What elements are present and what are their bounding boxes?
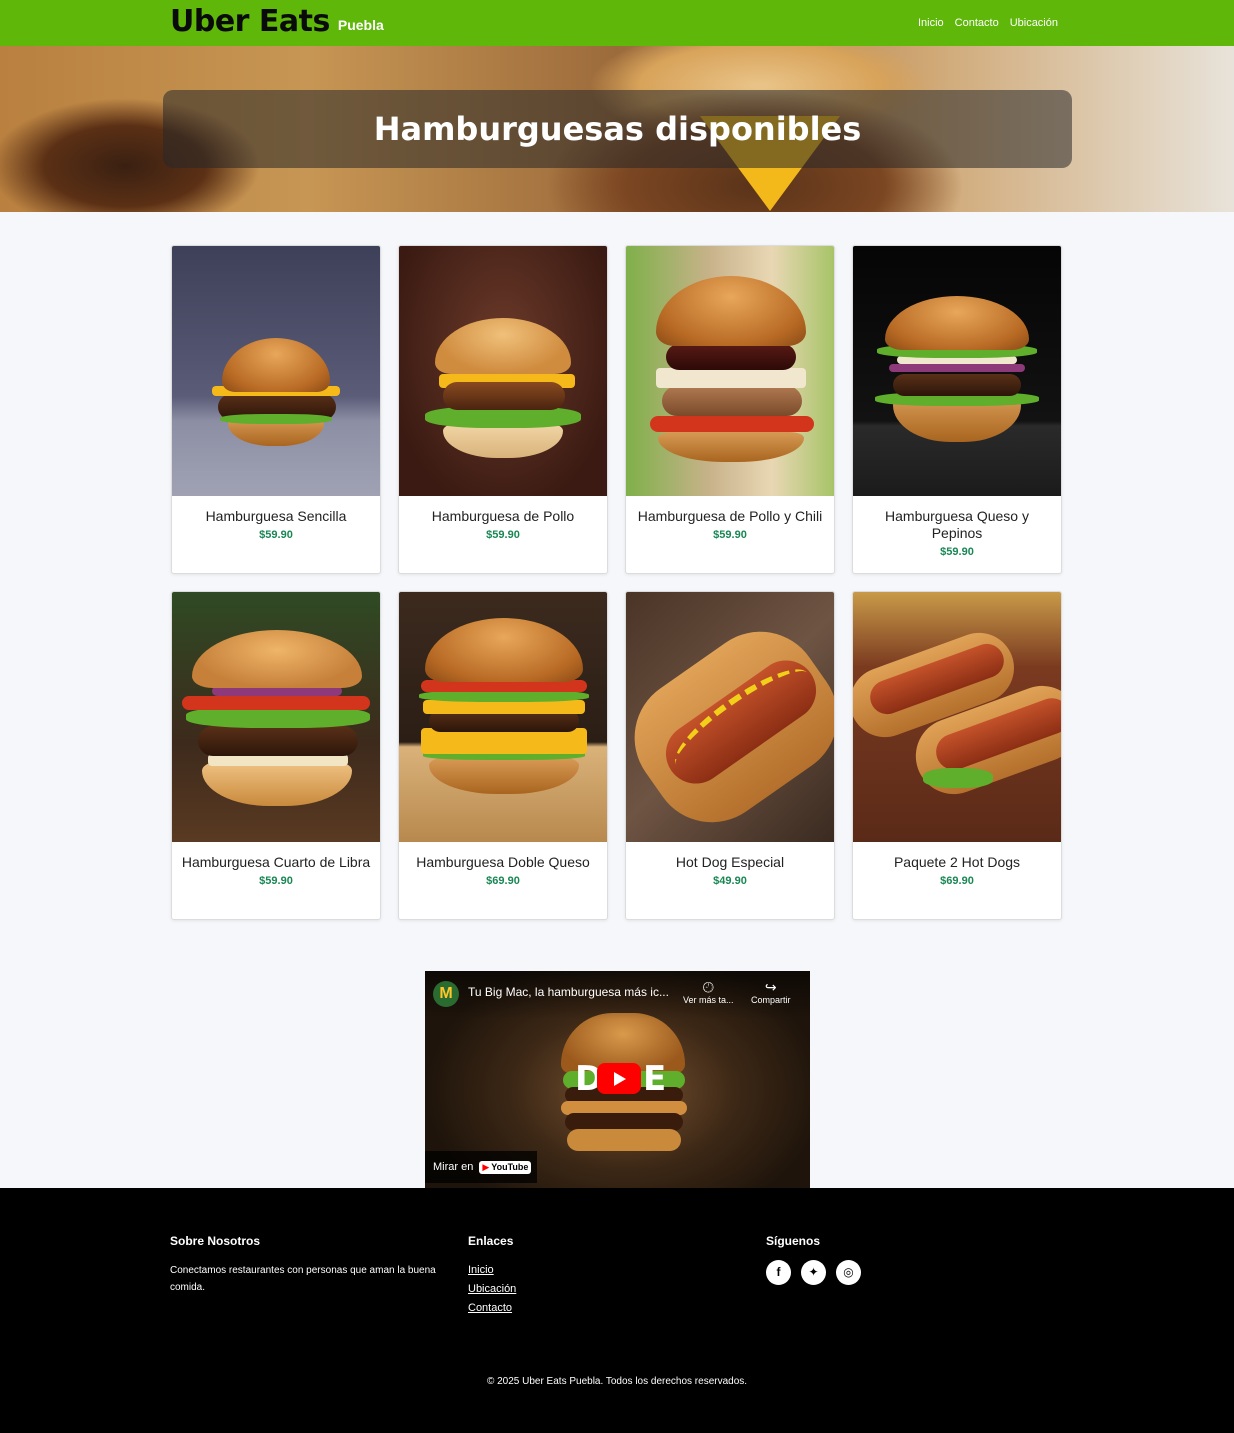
product-image bbox=[853, 246, 1061, 496]
product-name: Hamburguesa de Pollo bbox=[431, 508, 575, 524]
product-card[interactable]: Hamburguesa Doble Queso $69.90 bbox=[398, 591, 608, 920]
product-name: Hamburguesa Cuarto de Libra bbox=[181, 854, 371, 870]
product-image bbox=[172, 246, 380, 496]
hero-overlay: Hamburguesas disponibles bbox=[163, 90, 1072, 168]
footer-links-title: Enlaces bbox=[468, 1234, 514, 1248]
footer-social: Síguenos f ✦ ◎ bbox=[766, 1234, 861, 1285]
product-card[interactable]: Paquete 2 Hot Dogs $69.90 bbox=[852, 591, 1062, 920]
product-price: $69.90 bbox=[486, 875, 520, 887]
product-image bbox=[853, 592, 1061, 842]
channel-avatar[interactable]: M bbox=[433, 981, 459, 1007]
product-image bbox=[172, 592, 380, 842]
play-icon[interactable] bbox=[597, 1063, 641, 1094]
product-price: $59.90 bbox=[940, 546, 974, 558]
product-name: Hamburguesa Sencilla bbox=[205, 508, 347, 524]
video-title[interactable]: Tu Big Mac, la hamburguesa más ic... bbox=[468, 985, 688, 999]
product-image bbox=[626, 592, 834, 842]
brand-logo: Uber Eats bbox=[170, 4, 330, 39]
nav-links: Inicio Contacto Ubicación bbox=[918, 0, 1058, 46]
product-card[interactable]: Hamburguesa de Pollo $59.90 bbox=[398, 245, 608, 574]
product-image bbox=[399, 592, 607, 842]
navbar: Uber Eats Puebla Inicio Contacto Ubicaci… bbox=[0, 0, 1234, 46]
nav-link-inicio[interactable]: Inicio bbox=[918, 17, 944, 29]
share-icon: ↪ bbox=[764, 979, 777, 995]
video-overlay-text: E bbox=[643, 1059, 667, 1099]
instagram-icon[interactable]: ◎ bbox=[836, 1260, 861, 1285]
product-card[interactable]: Hamburguesa Cuarto de Libra $59.90 bbox=[171, 591, 381, 920]
facebook-icon[interactable]: f bbox=[766, 1260, 791, 1285]
hero-banner: Hamburguesas disponibles bbox=[0, 46, 1234, 212]
product-price: $59.90 bbox=[259, 529, 293, 541]
brand-city: Puebla bbox=[337, 17, 384, 33]
twitter-icon[interactable]: ✦ bbox=[801, 1260, 826, 1285]
product-card[interactable]: Hamburguesa Queso y Pepinos $59.90 bbox=[852, 245, 1062, 574]
page-title: Hamburguesas disponibles bbox=[373, 110, 862, 148]
product-name: Hamburguesa Doble Queso bbox=[416, 854, 590, 870]
footer-links: Enlaces Inicio Ubicación Contacto bbox=[468, 1234, 516, 1319]
watch-later-button[interactable]: 🕘︎ Ver más ta... bbox=[683, 979, 734, 1005]
product-price: $59.90 bbox=[713, 529, 747, 541]
footer: Sobre Nosotros Conectamos restaurantes c… bbox=[0, 1188, 1234, 1433]
product-price: $69.90 bbox=[940, 875, 974, 887]
clock-icon: 🕘︎ bbox=[702, 979, 714, 995]
brand-logo-link[interactable]: Uber Eats Puebla bbox=[170, 4, 384, 40]
footer-about-title: Sobre Nosotros bbox=[170, 1234, 261, 1248]
nav-link-contacto[interactable]: Contacto bbox=[955, 17, 999, 29]
product-price: $59.90 bbox=[486, 529, 520, 541]
footer-about: Sobre Nosotros Conectamos restaurantes c… bbox=[170, 1234, 465, 1296]
product-card[interactable]: Hamburguesa Sencilla $59.90 bbox=[171, 245, 381, 574]
footer-link-contacto[interactable]: Contacto bbox=[468, 1297, 516, 1319]
product-image bbox=[399, 246, 607, 496]
product-image bbox=[626, 246, 834, 496]
product-price: $59.90 bbox=[259, 875, 293, 887]
product-card[interactable]: Hamburguesa de Pollo y Chili $59.90 bbox=[625, 245, 835, 574]
footer-about-text: Conectamos restaurantes con personas que… bbox=[170, 1265, 436, 1293]
nav-link-ubicacion[interactable]: Ubicación bbox=[1010, 17, 1058, 29]
copyright: © 2025 Uber Eats Puebla. Todos los derec… bbox=[486, 1376, 748, 1387]
product-name: Hamburguesa de Pollo y Chili bbox=[637, 508, 823, 524]
product-grid: Hamburguesa Sencilla $59.90 Hamburguesa … bbox=[171, 245, 1064, 920]
share-button[interactable]: ↪ Compartir bbox=[751, 979, 791, 1005]
footer-social-title: Síguenos bbox=[766, 1234, 821, 1248]
youtube-logo-icon: YouTube bbox=[479, 1160, 532, 1174]
product-name: Paquete 2 Hot Dogs bbox=[893, 854, 1021, 870]
youtube-video-embed[interactable]: M Tu Big Mac, la hamburguesa más ic... 🕘… bbox=[425, 971, 810, 1188]
product-card[interactable]: Hot Dog Especial $49.90 bbox=[625, 591, 835, 920]
watch-on-youtube-button[interactable]: Mirar en YouTube bbox=[425, 1151, 537, 1183]
product-name: Hamburguesa Queso y Pepinos bbox=[885, 508, 1029, 541]
product-name: Hot Dog Especial bbox=[675, 854, 785, 870]
product-price: $49.90 bbox=[713, 875, 747, 887]
